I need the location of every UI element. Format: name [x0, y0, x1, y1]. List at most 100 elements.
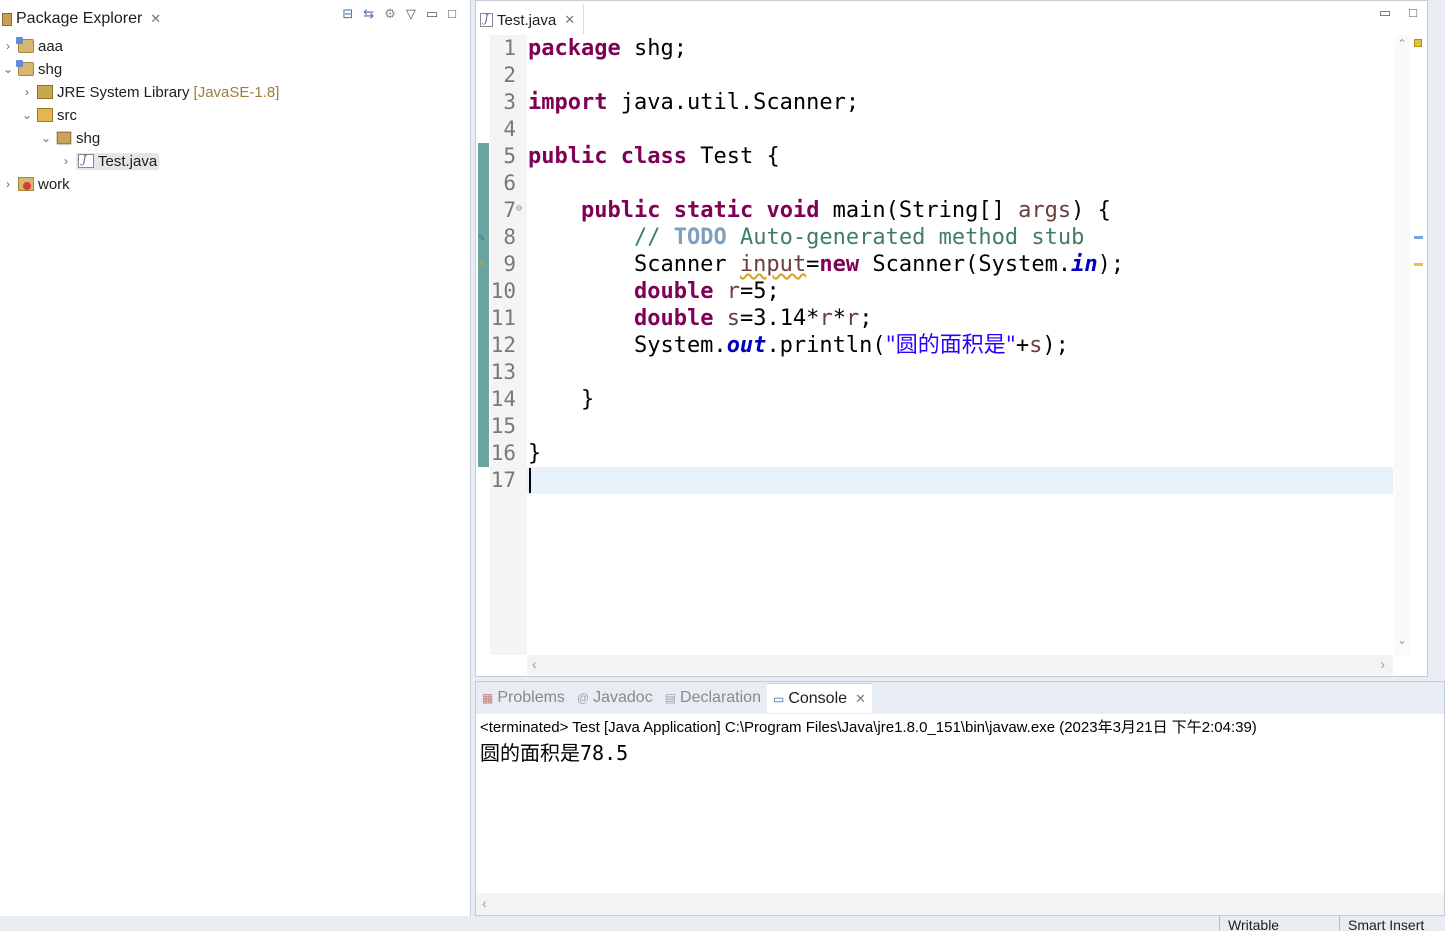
tree-item-jre-library[interactable]: › JRE System Library [JavaSE-1.8]: [21, 81, 279, 103]
package-explorer-icon: [2, 12, 12, 26]
tab-declaration[interactable]: ▤ Declaration: [659, 683, 767, 713]
declaration-icon: ▤: [664, 691, 677, 705]
tree-item-label: work: [38, 175, 70, 193]
line-number: 10: [490, 279, 516, 303]
source-folder-icon: [37, 108, 53, 122]
overview-ruler[interactable]: [1410, 35, 1427, 655]
task-overview-mark[interactable]: [1414, 236, 1423, 239]
chevron-right-icon[interactable]: ›: [21, 85, 33, 99]
tab-label: Javadoc: [593, 689, 653, 706]
chevron-right-icon[interactable]: ›: [2, 177, 14, 191]
chevron-down-icon[interactable]: ⌄: [21, 108, 33, 122]
tree-item-work[interactable]: › work: [2, 173, 70, 195]
minimize-icon[interactable]: ▭: [426, 6, 438, 22]
line-number: 9: [503, 252, 516, 276]
warning-overview-mark[interactable]: [1414, 263, 1423, 266]
line-number: 8: [503, 225, 516, 249]
tree-item-shg-project[interactable]: ⌄ shg: [2, 58, 62, 80]
tree-item-label: shg: [38, 60, 63, 78]
scroll-right-icon[interactable]: ›: [1380, 656, 1385, 672]
tab-label: Declaration: [680, 689, 761, 706]
code-line-1: package shg;: [528, 36, 687, 61]
project-error-icon: [18, 177, 34, 191]
code-line-8: // TODO Auto-generated method stub: [633, 225, 1085, 250]
line-number: 12: [490, 333, 516, 357]
horizontal-scrollbar[interactable]: ‹ ›: [527, 655, 1393, 675]
fold-collapse-icon[interactable]: ⊖: [516, 203, 522, 214]
tab-javadoc[interactable]: @ Javadoc: [571, 683, 659, 713]
collapse-all-icon[interactable]: ⊟: [342, 6, 353, 22]
tree-item-label: JRE System Library: [57, 83, 190, 101]
task-marker-icon: ✎: [478, 231, 485, 244]
tree-item-label: shg: [76, 129, 101, 147]
console-output[interactable]: 圆的面积是78.5: [480, 737, 628, 766]
quick-diff-marker: [478, 143, 489, 467]
tree-item-src[interactable]: ⌄ src: [21, 104, 77, 126]
warning-overview-icon[interactable]: [1414, 39, 1422, 47]
minimize-icon[interactable]: ▭: [1379, 5, 1391, 21]
code-line-16: }: [528, 441, 542, 466]
filters-icon[interactable]: ⚙: [384, 6, 396, 22]
editor-tab-title: Test.java: [497, 11, 557, 29]
chevron-right-icon[interactable]: ›: [60, 154, 72, 168]
code-line-7: public static void main(String[] args) {: [580, 198, 1111, 223]
editor-window-controls: ▭ □: [1379, 5, 1417, 21]
vertical-scrollbar[interactable]: ⌃ ⌄: [1394, 35, 1410, 655]
code-line-14: }: [528, 387, 595, 412]
line-number: 2: [503, 63, 516, 87]
close-icon[interactable]: ✕: [855, 691, 866, 707]
java-file-icon: [78, 153, 94, 168]
maximize-icon[interactable]: □: [1409, 5, 1417, 21]
view-menu-icon[interactable]: ▽: [406, 6, 416, 22]
maximize-icon[interactable]: □: [448, 6, 456, 22]
scroll-up-icon[interactable]: ⌃: [1397, 37, 1407, 51]
scroll-down-icon[interactable]: ⌄: [1397, 633, 1407, 647]
tab-label: Problems: [497, 689, 565, 706]
editor-tab-test-java[interactable]: Test.java ✕: [476, 4, 585, 34]
tree-item-aaa[interactable]: › aaa: [2, 35, 63, 57]
package-explorer-tab[interactable]: Package Explorer ✕: [0, 3, 168, 31]
editor-view: Test.java ✕ ▭ □ ⊖ ✎ ⚠ 123456789101112131…: [475, 0, 1428, 677]
tree-item-label: aaa: [38, 37, 64, 55]
status-bar: Writable Smart Insert: [0, 916, 1445, 931]
chevron-down-icon[interactable]: ⌄: [2, 62, 14, 76]
problems-icon: ▦: [482, 691, 494, 705]
line-number: 5: [503, 144, 516, 168]
line-number: 17: [490, 468, 516, 492]
java-file-icon: [480, 12, 493, 27]
warning-marker-icon[interactable]: ⚠: [478, 257, 485, 270]
line-number: 7: [503, 198, 516, 222]
link-with-editor-icon[interactable]: ⇆: [363, 6, 374, 22]
console-output-value: 78.5: [580, 741, 629, 765]
chevron-right-icon[interactable]: ›: [2, 39, 14, 53]
tree-item-test-java[interactable]: › Test.java: [60, 150, 160, 172]
console-status-line: <terminated> Test [Java Application] C:\…: [480, 719, 1257, 736]
console-horizontal-scrollbar[interactable]: ‹: [476, 893, 1444, 915]
code-line-12: System.out.println("圆的面积是"+s);: [528, 333, 1069, 358]
javadoc-icon: @: [576, 691, 590, 705]
chevron-down-icon[interactable]: ⌄: [40, 131, 52, 145]
console-output-label: 圆的面积是: [480, 741, 580, 765]
library-icon: [37, 85, 53, 99]
current-line-highlight: [527, 467, 1393, 494]
code-line-9: Scanner input=new Scanner(System.in);: [528, 252, 1125, 277]
line-number: 15: [490, 414, 516, 438]
code-area[interactable]: ⊖ ✎ ⚠ 1 2 3 4 5 6 7 8 9 10 11 12 13 14 15 16 17 package …: [476, 35, 1394, 655]
scroll-left-icon[interactable]: ‹: [532, 656, 537, 672]
code-line-10: double r=5;: [633, 279, 780, 304]
line-number: 14: [490, 387, 516, 411]
status-writable: Writable: [1219, 916, 1339, 931]
selected-item[interactable]: Test.java: [76, 152, 160, 170]
project-icon: [16, 37, 34, 53]
tree-item-shg-package[interactable]: ⌄ shg: [40, 127, 100, 149]
close-icon[interactable]: ✕: [150, 11, 161, 27]
tab-problems[interactable]: ▦ Problems: [476, 683, 571, 713]
tab-console[interactable]: ▭ Console ✕: [766, 683, 872, 713]
close-icon[interactable]: ✕: [564, 12, 575, 28]
console-icon: ▭: [772, 691, 785, 706]
line-number: 6: [503, 171, 516, 195]
console-view: ▦ Problems @ Javadoc ▤ Declaration ▭ Con…: [475, 681, 1445, 916]
editor-tabbar: Test.java ✕ ▭ □: [476, 1, 1427, 34]
scroll-left-icon[interactable]: ‹: [482, 895, 487, 911]
tree-item-label: src: [57, 106, 77, 124]
